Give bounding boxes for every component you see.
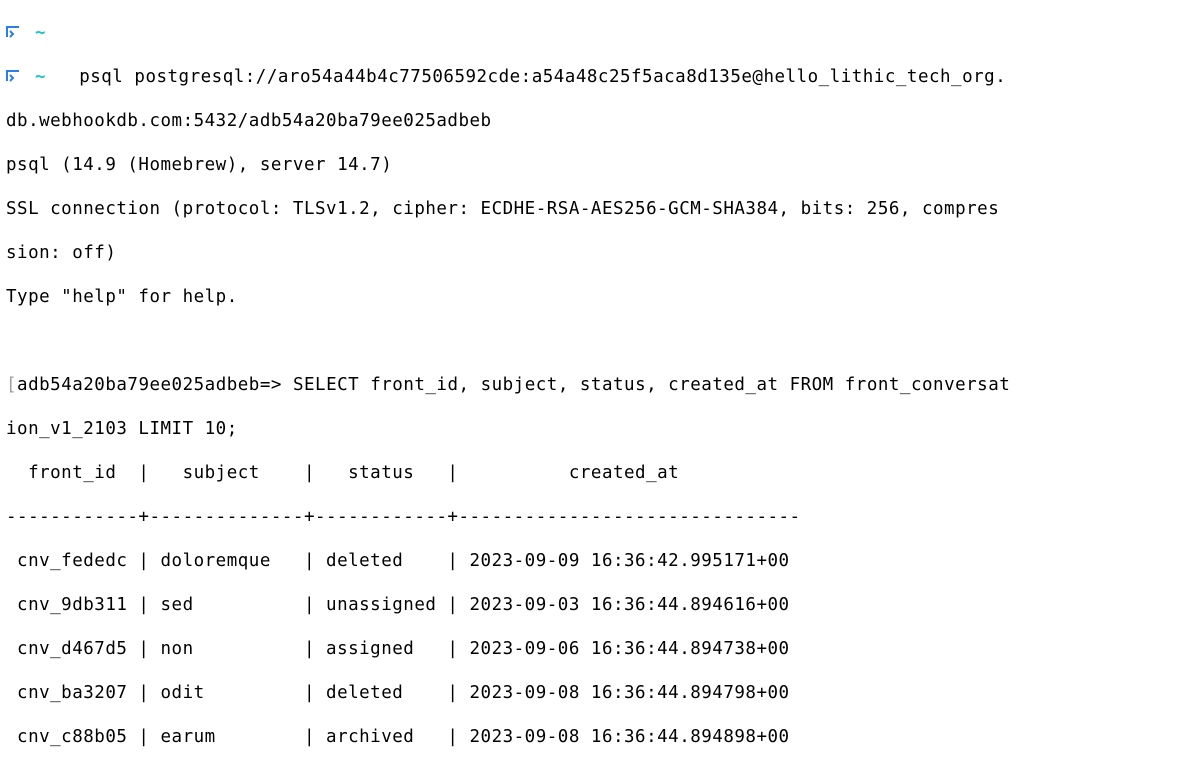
ssl-line-cont: sion: off) <box>6 242 1194 264</box>
shell-prompt-icon <box>6 66 20 78</box>
table-row: cnv_ba3207 | odit | deleted | 2023-09-08… <box>6 682 1194 704</box>
shell-prompt-icon <box>6 22 20 34</box>
connection-url: postgresql://aro54a44b4c77506592cde:a54a… <box>134 67 1006 87</box>
prompt-line-top: ~ <box>6 22 1194 44</box>
tilde-path: ~ <box>35 67 46 87</box>
tilde-path: ~ <box>35 23 46 43</box>
help-line: Type "help" for help. <box>6 286 1194 308</box>
command-line: ~ psql postgresql://aro54a44b4c77506592c… <box>6 66 1194 88</box>
ssl-line: SSL connection (protocol: TLSv1.2, ciphe… <box>6 198 1194 220</box>
db-prompt: adb54a20ba79ee025adbeb=> <box>17 375 282 395</box>
sql-query-part2: ion_v1_2103 LIMIT 10; <box>6 418 1194 440</box>
bracket-icon: [ <box>6 375 17 395</box>
connection-url-cont: db.webhookdb.com:5432/adb54a20ba79ee025a… <box>6 110 1194 132</box>
sql-query-part1: SELECT front_id, subject, status, create… <box>282 375 1010 395</box>
table-header: front_id | subject | status | created_at <box>6 462 1194 484</box>
table-row: cnv_d467d5 | non | assigned | 2023-09-06… <box>6 638 1194 660</box>
psql-version: psql (14.9 (Homebrew), server 14.7) <box>6 154 1194 176</box>
table-row: cnv_9db311 | sed | unassigned | 2023-09-… <box>6 594 1194 616</box>
terminal-viewport[interactable]: ~ ~ psql postgresql://aro54a44b4c7750659… <box>0 0 1200 760</box>
blank-line <box>6 330 1194 352</box>
table-divider: ------------+--------------+------------… <box>6 506 1194 528</box>
table-row: cnv_c88b05 | earum | archived | 2023-09-… <box>6 726 1194 748</box>
table-row: cnv_fededc | doloremque | deleted | 2023… <box>6 550 1194 572</box>
query-line: [adb54a20ba79ee025adbeb=> SELECT front_i… <box>6 374 1194 396</box>
psql-command: psql <box>79 67 123 87</box>
